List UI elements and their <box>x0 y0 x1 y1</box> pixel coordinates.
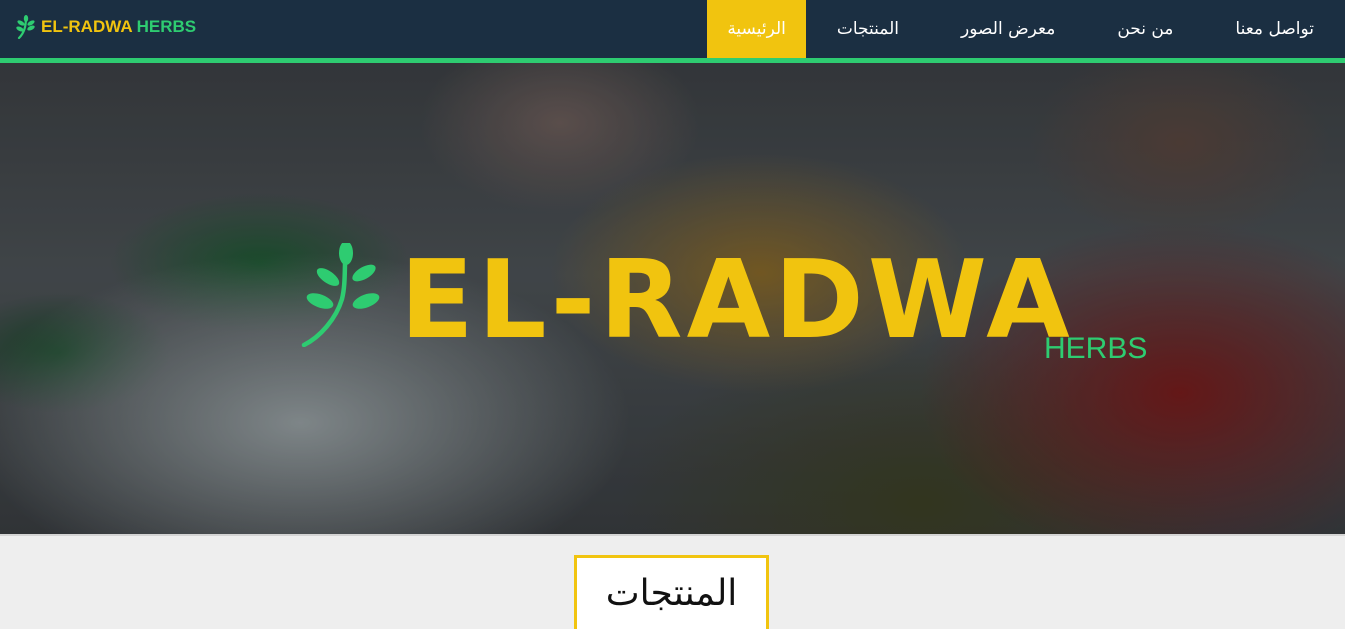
nav-links: تواصل معنا من نحن معرض الصور المنتجات ال… <box>707 0 1345 58</box>
leaf-sprig-icon <box>15 15 37 39</box>
hero-logo: EL-RADWA HERBS <box>300 238 1150 365</box>
leaf-sprig-icon <box>300 241 382 351</box>
navbar: EL-RADWA HERBS تواصل معنا من نحن معرض ال… <box>0 0 1345 58</box>
brand-name-primary: EL-RADWA <box>41 17 133 36</box>
section-heading-text: المنتجات <box>605 572 738 614</box>
nav-item-products[interactable]: المنتجات <box>806 0 930 58</box>
brand-logo-link[interactable]: EL-RADWA HERBS <box>15 14 196 40</box>
products-section-heading: المنتجات <box>574 555 769 629</box>
hero-title: EL-RADWA <box>400 238 1074 363</box>
hero-subtitle: HERBS <box>1044 332 1148 365</box>
nav-item-about[interactable]: من نحن <box>1086 0 1204 58</box>
hero-divider <box>0 534 1345 536</box>
nav-item-home[interactable]: الرئيسية <box>707 0 806 58</box>
hero-banner: EL-RADWA HERBS <box>0 63 1345 534</box>
brand-name-secondary: HERBS <box>136 17 197 36</box>
nav-item-gallery[interactable]: معرض الصور <box>930 0 1086 58</box>
nav-item-contact[interactable]: تواصل معنا <box>1204 0 1345 58</box>
